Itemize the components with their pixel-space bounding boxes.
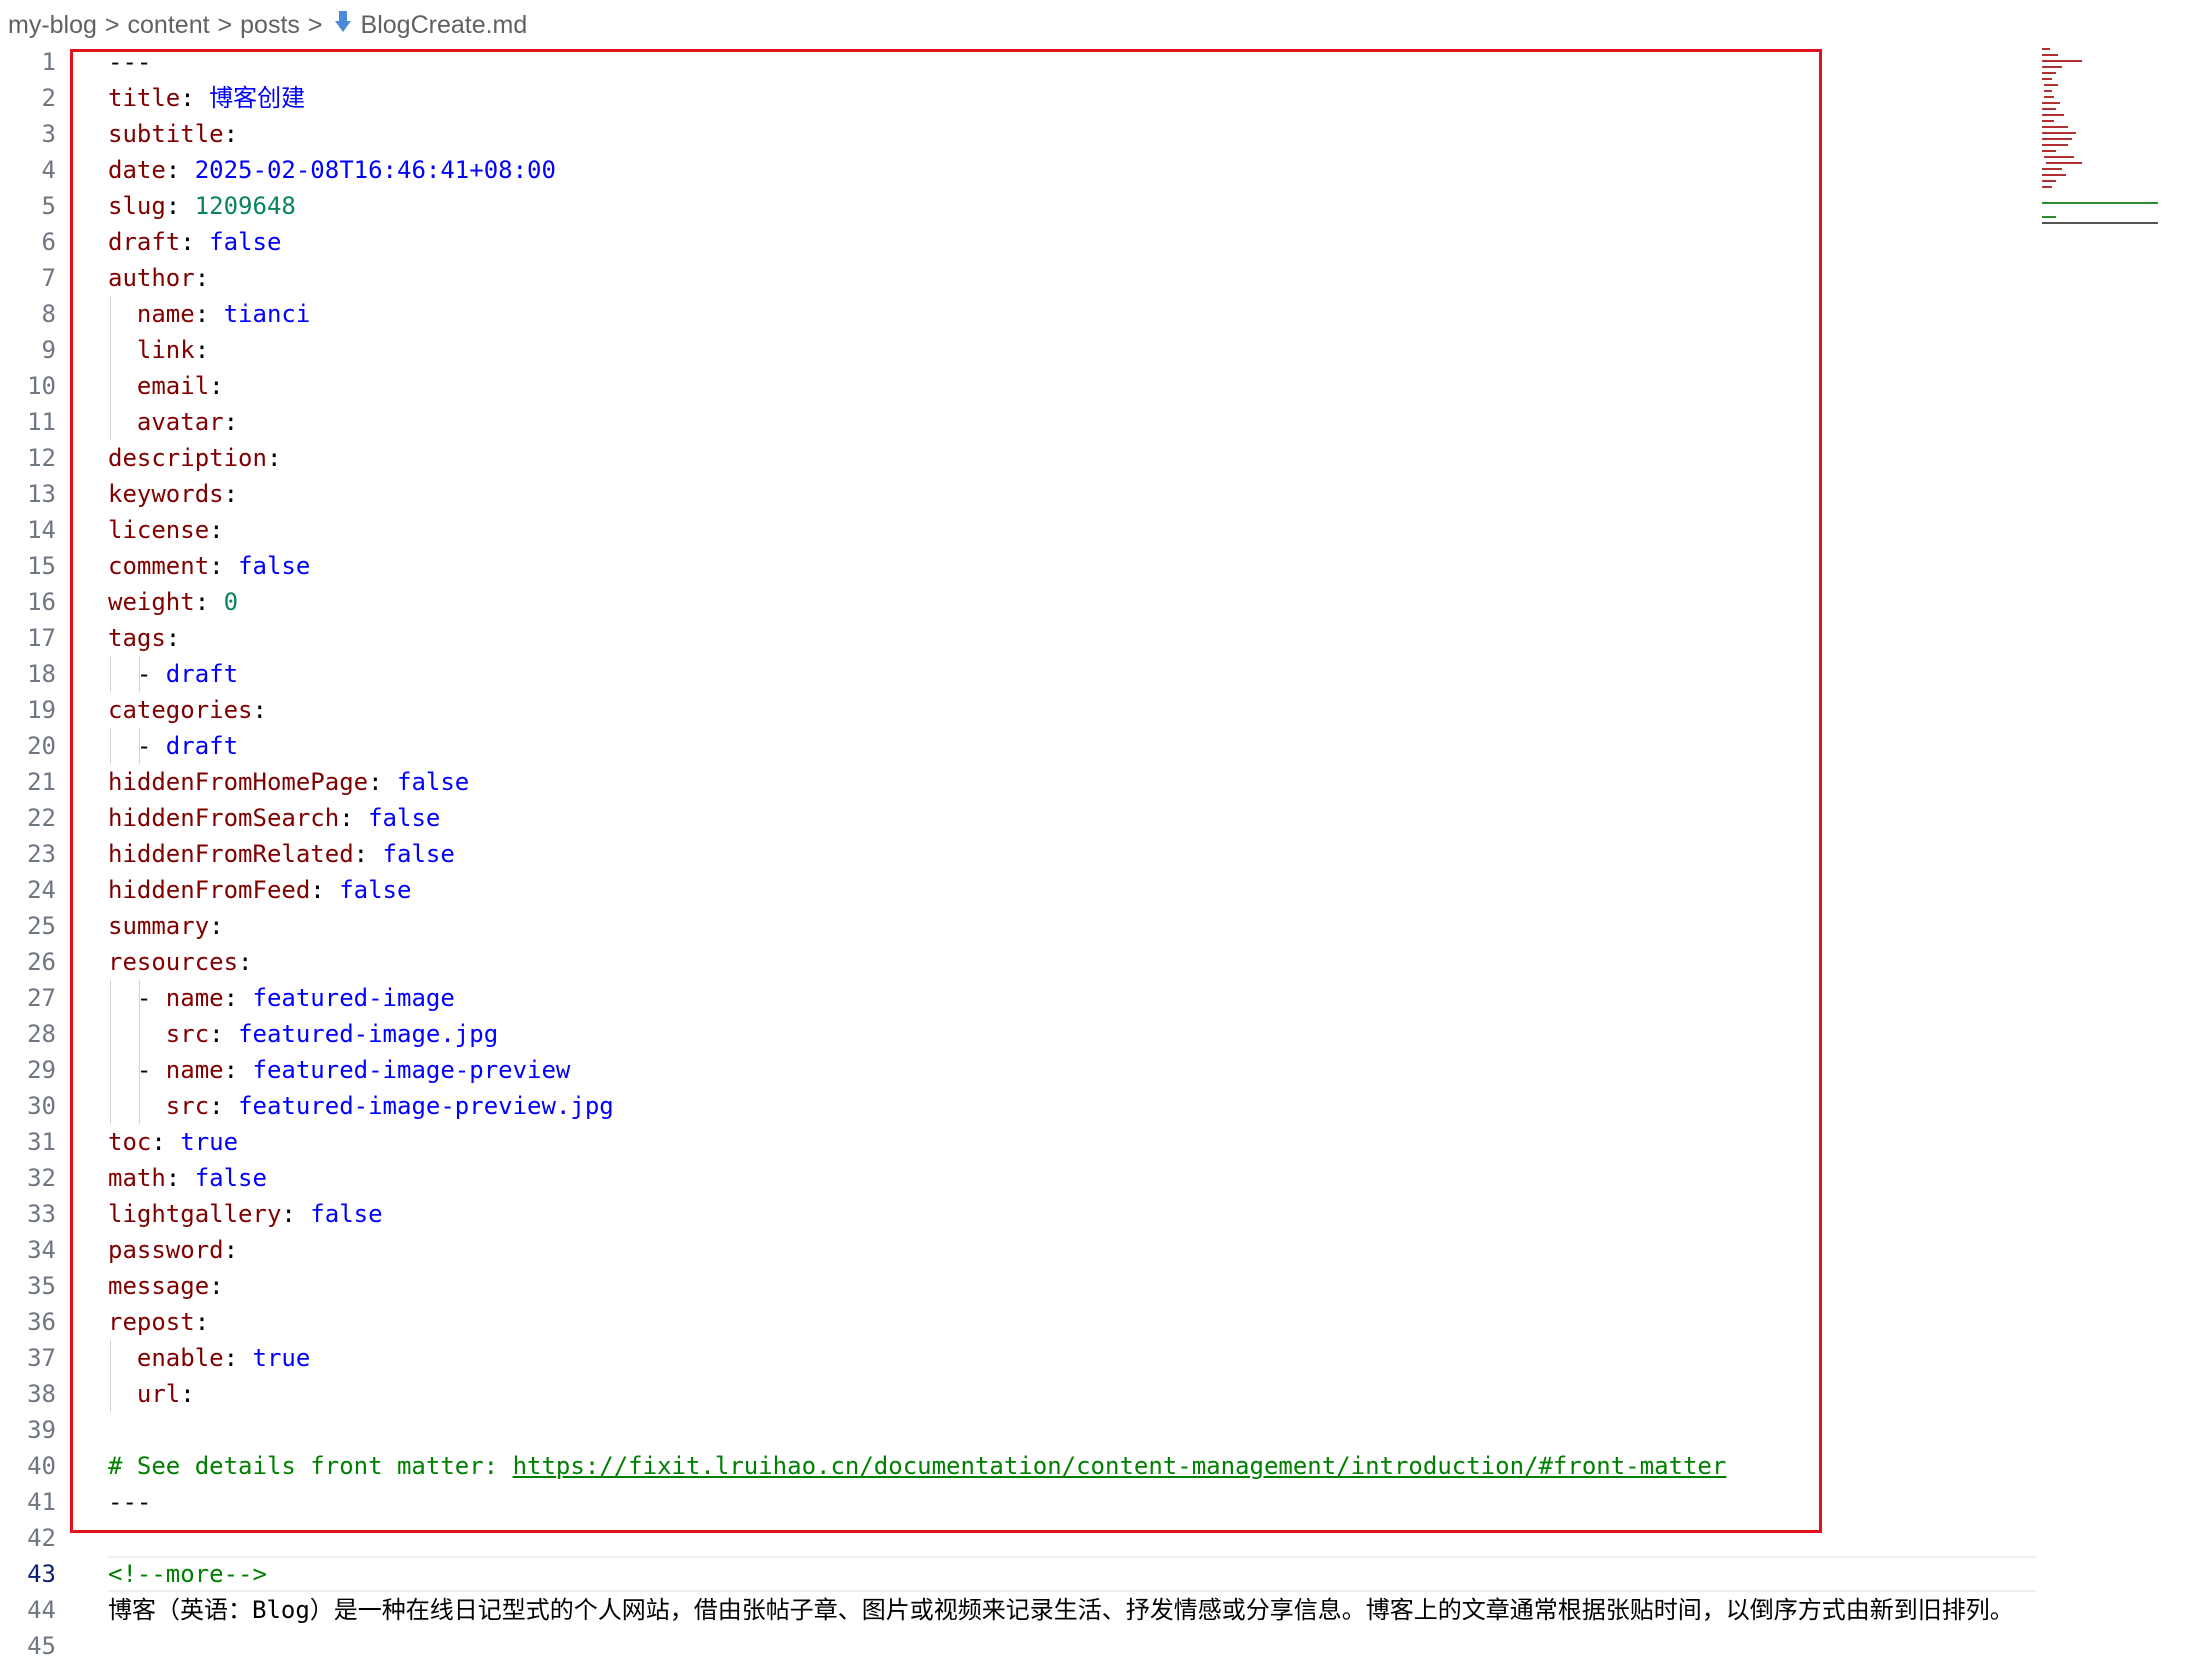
line-number: 27 bbox=[27, 984, 56, 1012]
line-number: 34 bbox=[27, 1236, 56, 1264]
line-number: 32 bbox=[27, 1164, 56, 1192]
line-number: 16 bbox=[27, 588, 56, 616]
line-number: 25 bbox=[27, 912, 56, 940]
line-number: 36 bbox=[27, 1308, 56, 1336]
line-number: 9 bbox=[41, 336, 56, 364]
line-content: <!--more--> bbox=[108, 1556, 267, 1592]
line-number: 8 bbox=[41, 300, 56, 328]
line-number: 1 bbox=[41, 48, 56, 76]
line-number: 44 bbox=[27, 1596, 56, 1624]
line-number: 45 bbox=[27, 1632, 56, 1660]
chevron-right-icon: > bbox=[307, 10, 323, 39]
line-number: 5 bbox=[41, 192, 56, 220]
line-number: 40 bbox=[27, 1452, 56, 1480]
line-number: 6 bbox=[41, 228, 56, 256]
chevron-right-icon: > bbox=[217, 10, 233, 39]
code-token: 博客（英语：Blog）是一种在线日记型式的个人网站，借由张帖子章、图片或视频来记… bbox=[108, 1596, 2014, 1624]
line-number: 24 bbox=[27, 876, 56, 904]
minimap[interactable] bbox=[2040, 46, 2160, 236]
line-number: 4 bbox=[41, 156, 56, 184]
front-matter-highlight-box bbox=[70, 49, 1822, 1533]
line-number: 22 bbox=[27, 804, 56, 832]
breadcrumb-item-content[interactable]: content bbox=[128, 11, 210, 40]
line-number: 3 bbox=[41, 120, 56, 148]
line-number: 38 bbox=[27, 1380, 56, 1408]
line-number: 42 bbox=[27, 1524, 56, 1552]
line-number: 15 bbox=[27, 552, 56, 580]
line-number: 30 bbox=[27, 1092, 56, 1120]
line-number: 29 bbox=[27, 1056, 56, 1084]
line-number: 28 bbox=[27, 1020, 56, 1048]
breadcrumb-item-my-blog[interactable]: my-blog bbox=[8, 11, 97, 40]
line-number: 21 bbox=[27, 768, 56, 796]
line-number: 12 bbox=[27, 444, 56, 472]
code-token: <!--more--> bbox=[108, 1560, 267, 1588]
line-number: 17 bbox=[27, 624, 56, 652]
line-number: 41 bbox=[27, 1488, 56, 1516]
line-number: 19 bbox=[27, 696, 56, 724]
line-number: 23 bbox=[27, 840, 56, 868]
line-number: 35 bbox=[27, 1272, 56, 1300]
line-number: 37 bbox=[27, 1344, 56, 1372]
line-number: 13 bbox=[27, 480, 56, 508]
line-number: 20 bbox=[27, 732, 56, 760]
line-number: 39 bbox=[27, 1416, 56, 1444]
line-number: 31 bbox=[27, 1128, 56, 1156]
line-number: 18 bbox=[27, 660, 56, 688]
line-number: 7 bbox=[41, 264, 56, 292]
line-number: 10 bbox=[27, 372, 56, 400]
line-number: 33 bbox=[27, 1200, 56, 1228]
current-line-highlight bbox=[108, 1556, 2036, 1592]
breadcrumb-item-file[interactable]: BlogCreate.md bbox=[361, 11, 528, 40]
line-number: 14 bbox=[27, 516, 56, 544]
breadcrumb: my-blog > content > posts > BlogCreate.m… bbox=[8, 6, 527, 44]
markdown-file-icon bbox=[334, 10, 351, 40]
line-number: 43 bbox=[27, 1560, 56, 1588]
breadcrumb-item-posts[interactable]: posts bbox=[240, 11, 300, 40]
chevron-right-icon: > bbox=[104, 10, 120, 39]
line-number: 2 bbox=[41, 84, 56, 112]
line-number: 26 bbox=[27, 948, 56, 976]
line-content: 博客（英语：Blog）是一种在线日记型式的个人网站，借由张帖子章、图片或视频来记… bbox=[108, 1592, 2014, 1628]
line-number: 11 bbox=[27, 408, 56, 436]
